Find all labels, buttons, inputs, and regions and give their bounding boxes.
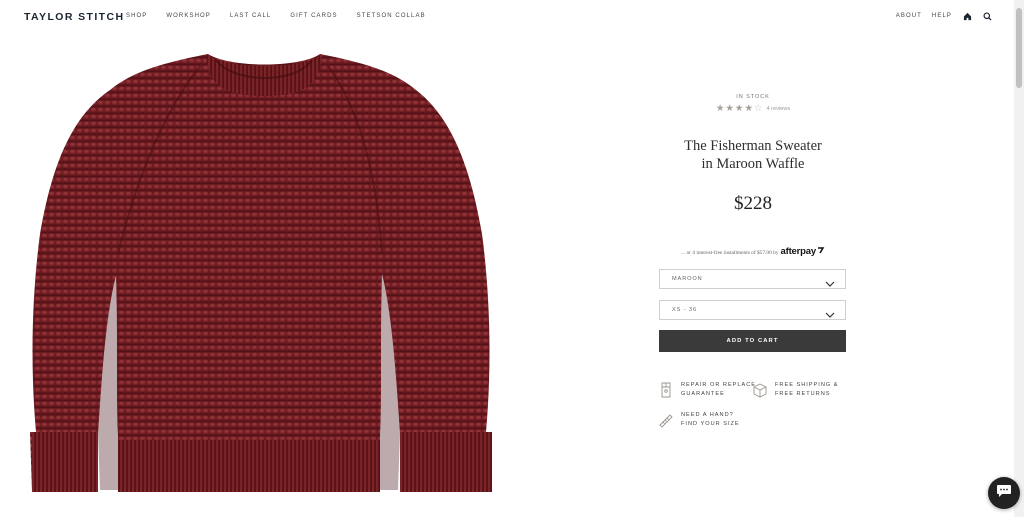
shirt-tag-icon <box>659 382 673 398</box>
chat-button[interactable] <box>988 477 1020 509</box>
shipping-line2: FREE RETURNS <box>775 391 831 397</box>
home-icon[interactable] <box>962 11 972 21</box>
size-line2: FIND YOUR SIZE <box>681 421 740 427</box>
star-icon: ★ <box>715 103 725 114</box>
page-scrollbar[interactable] <box>1014 0 1024 517</box>
chevron-down-icon <box>825 306 835 324</box>
size-line1: NEED A HAND? <box>681 412 734 418</box>
nav-gift-cards[interactable]: GIFT CARDS <box>290 13 337 19</box>
afterpay-arrow-icon <box>817 241 825 259</box>
repair-guarantee-link[interactable]: REPAIR OR REPLACE GUARANTEE <box>659 381 756 399</box>
find-your-size-text: NEED A HAND? FIND YOUR SIZE <box>681 411 740 429</box>
nav-last-call[interactable]: LAST CALL <box>230 13 271 19</box>
chat-icon <box>996 484 1012 503</box>
product-price: $228 <box>734 193 772 214</box>
product-title-line2: in Maroon Waffle <box>701 156 805 172</box>
afterpay-info[interactable]: ... or 4 interest-free installments of $… <box>659 241 847 259</box>
box-icon <box>753 382 767 398</box>
color-select-value: MAROON <box>672 276 703 282</box>
scrollbar-thumb[interactable] <box>1016 8 1022 88</box>
product-info: IN STOCK ★ ★ ★ ★ ☆ 4 reviews The Fisherm… <box>659 90 847 428</box>
nav-shop[interactable]: SHOP <box>126 13 147 19</box>
afterpay-logo: afterpay <box>780 246 817 257</box>
nav-about[interactable]: ABOUT <box>896 13 922 19</box>
repair-line1: REPAIR OR REPLACE <box>681 382 757 388</box>
site-header: TAYLOR STITCH SHOP WORKSHOP LAST CALL GI… <box>0 0 1014 34</box>
product-title-line1: The Fisherman Sweater <box>684 138 822 154</box>
rating-row[interactable]: ★ ★ ★ ★ ☆ 4 reviews <box>659 103 847 114</box>
search-icon[interactable] <box>982 11 992 21</box>
star-icon: ★ <box>734 103 744 114</box>
nav-workshop[interactable]: WORKSHOP <box>166 13 210 19</box>
find-your-size-link[interactable]: NEED A HAND? FIND YOUR SIZE <box>659 411 740 429</box>
star-icon: ★ <box>725 103 734 114</box>
size-select[interactable]: XS - 36 <box>659 300 846 320</box>
size-select-value: XS - 36 <box>672 307 697 313</box>
star-empty-icon: ☆ <box>753 103 763 114</box>
chevron-down-icon <box>825 275 835 293</box>
main-nav: SHOP WORKSHOP LAST CALL GIFT CARDS STETS… <box>126 13 445 19</box>
nav-help[interactable]: HELP <box>932 13 952 19</box>
review-count[interactable]: 4 reviews <box>767 106 791 112</box>
nav-stetson-collab[interactable]: STETSON COLLAB <box>357 13 426 19</box>
star-icon: ★ <box>744 103 753 114</box>
product-title: The Fisherman Sweater in Maroon Waffle <box>659 137 847 173</box>
repair-guarantee-text: REPAIR OR REPLACE GUARANTEE <box>681 381 756 399</box>
repair-line2: GUARANTEE <box>681 391 725 397</box>
utility-nav: ABOUT HELP <box>886 11 992 21</box>
ruler-icon <box>659 412 673 428</box>
shipping-line1: FREE SHIPPING & <box>775 382 839 388</box>
stock-status: IN STOCK <box>736 94 770 100</box>
free-shipping-text: FREE SHIPPING & FREE RETURNS <box>775 381 839 399</box>
brand-logo[interactable]: TAYLOR STITCH <box>24 11 124 23</box>
free-shipping-link[interactable]: FREE SHIPPING & FREE RETURNS <box>753 381 839 399</box>
product-image[interactable] <box>20 44 520 504</box>
add-to-cart-button[interactable]: ADD TO CART <box>659 330 846 352</box>
color-select[interactable]: MAROON <box>659 269 846 289</box>
afterpay-text: ... or 4 interest-free installments of $… <box>681 250 779 256</box>
